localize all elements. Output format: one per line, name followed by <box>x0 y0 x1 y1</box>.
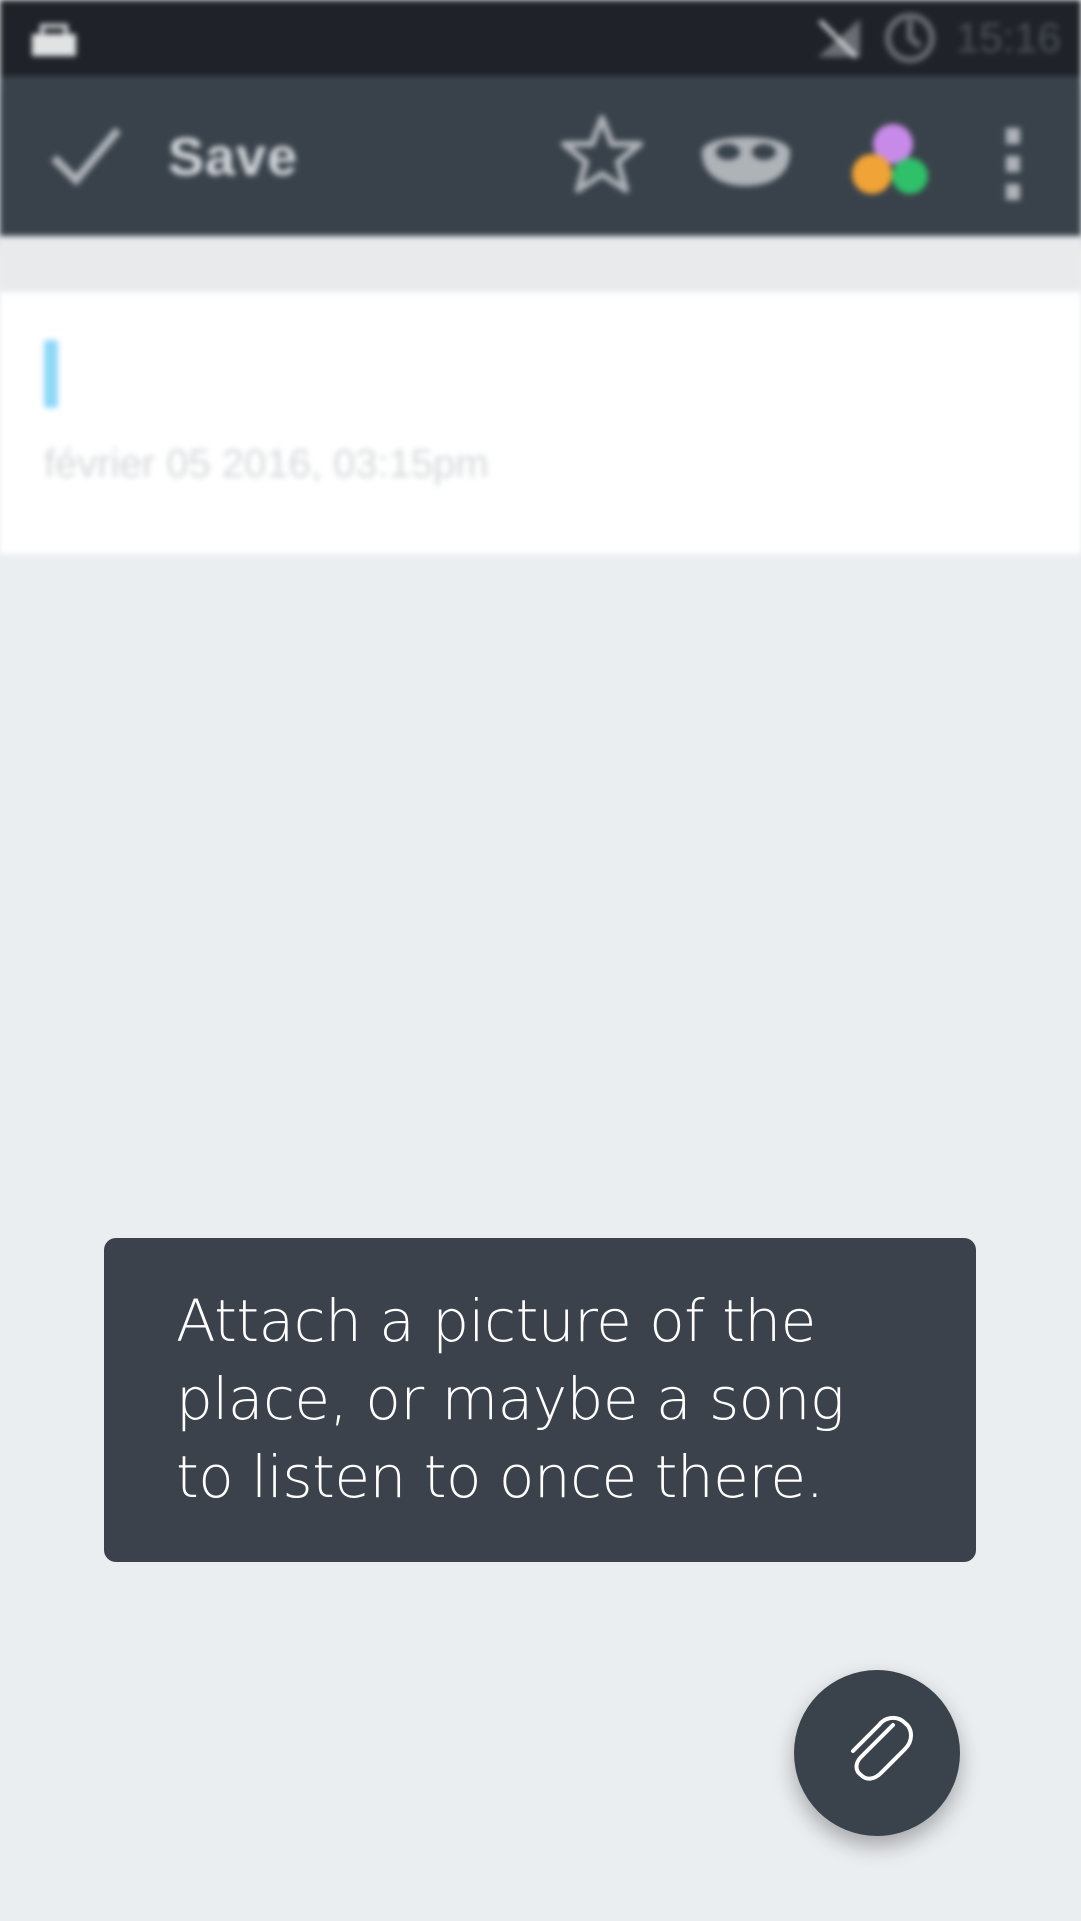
status-bar: 15:16 <box>0 0 1081 76</box>
star-icon[interactable] <box>560 114 644 194</box>
no-signal-icon <box>817 19 860 59</box>
sub-bar <box>0 236 1081 292</box>
status-time: 15:16 <box>955 14 1061 61</box>
note-date: février 05 2016, 03:15pm <box>44 442 489 486</box>
color-palette-icon[interactable] <box>848 122 934 198</box>
check-icon[interactable] <box>48 120 124 190</box>
sync-icon <box>884 13 935 63</box>
toolbar: Save <box>0 76 1081 236</box>
blurred-background: 15:16 Save février 05 2016, 03:15pm <box>0 0 1081 1921</box>
note-header-card[interactable]: février 05 2016, 03:15pm <box>0 292 1081 554</box>
more-vert-icon[interactable] <box>1000 126 1026 202</box>
mask-icon[interactable] <box>696 122 796 192</box>
keyboard-icon <box>32 24 76 56</box>
save-button[interactable]: Save <box>168 126 298 188</box>
text-cursor <box>44 340 58 408</box>
paperclip-icon <box>851 1716 913 1781</box>
tooltip-text: Attach a picture of the place, or maybe … <box>176 1287 845 1511</box>
attach-button[interactable] <box>794 1670 960 1836</box>
tooltip: Attach a picture of the place, or maybe … <box>104 1238 976 1562</box>
